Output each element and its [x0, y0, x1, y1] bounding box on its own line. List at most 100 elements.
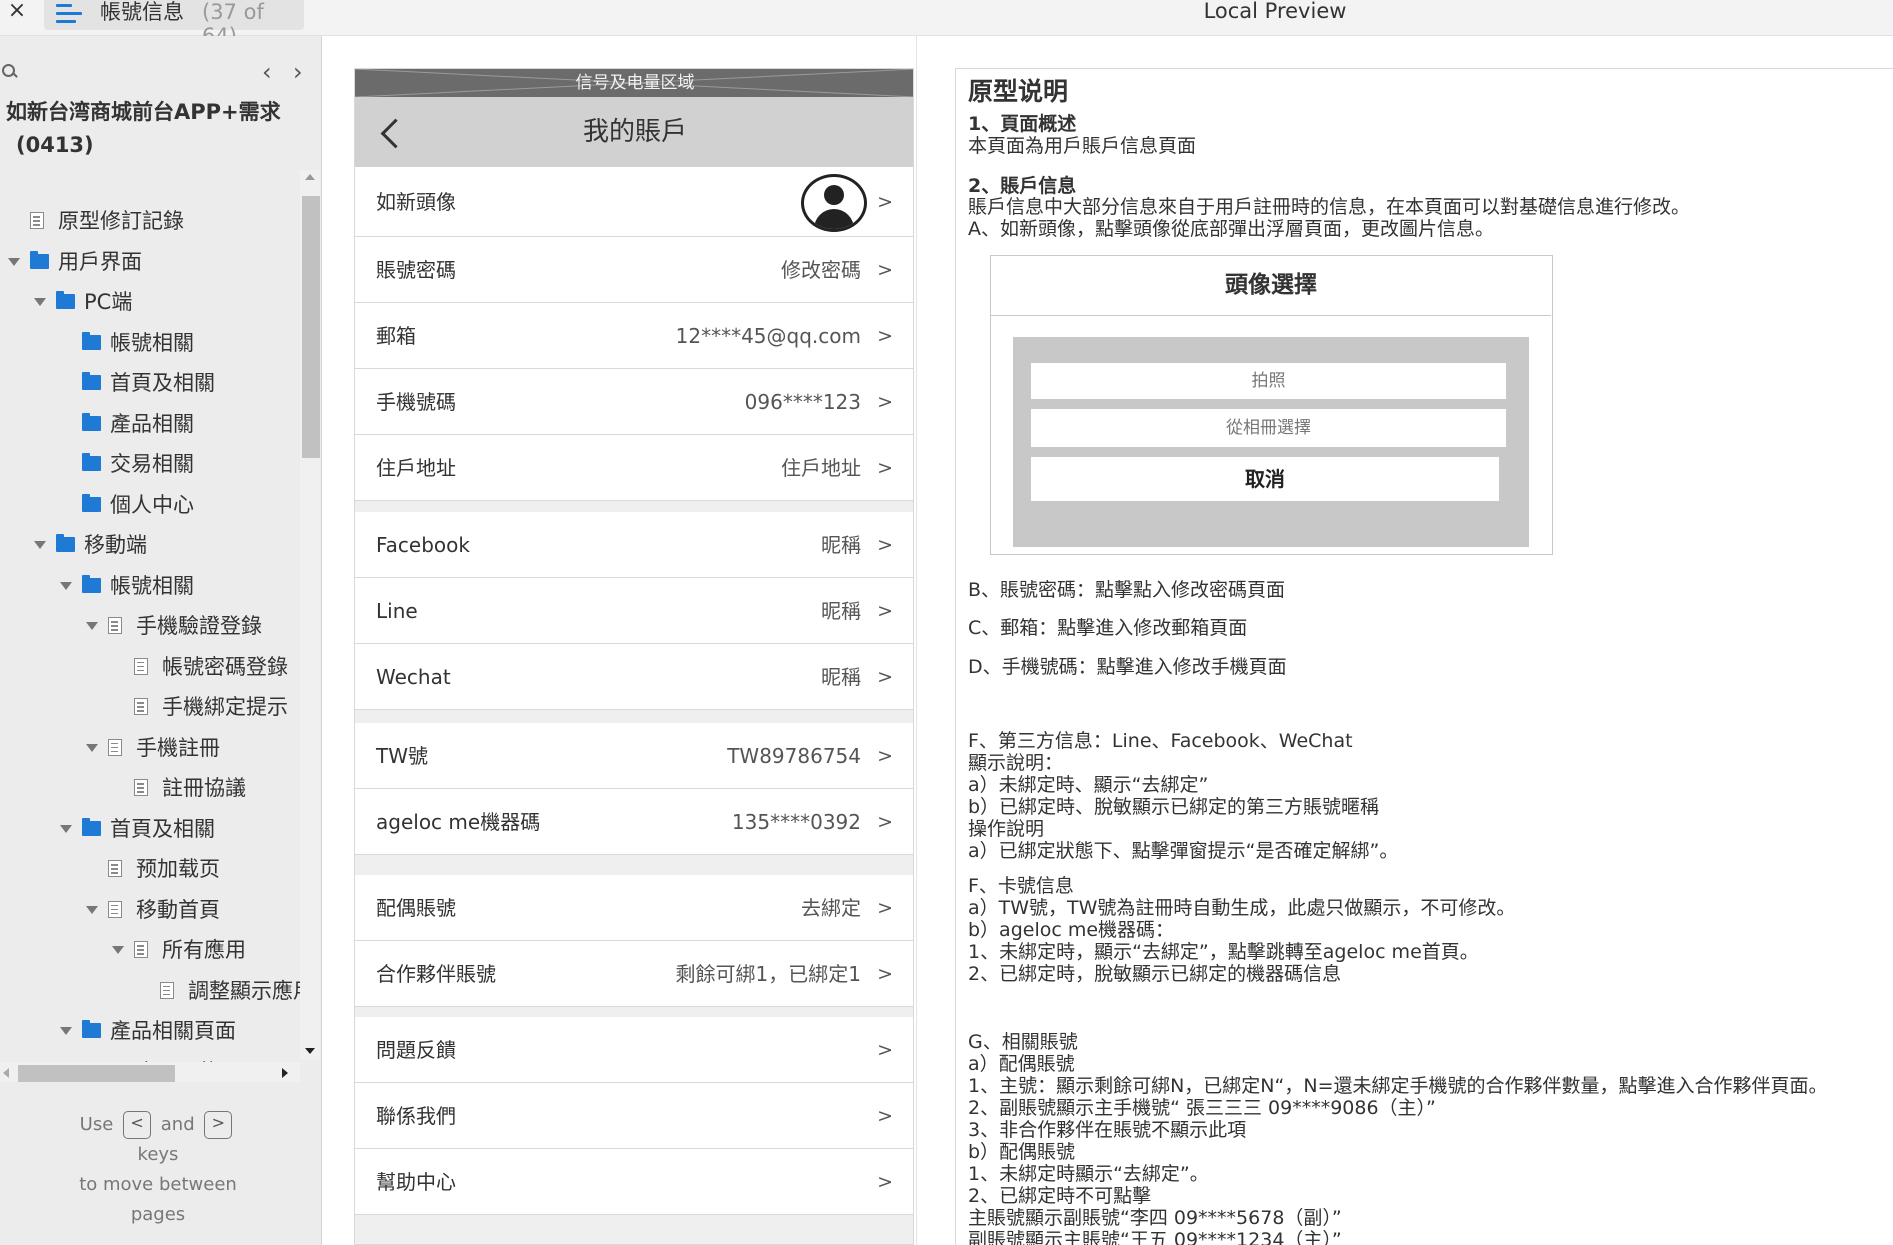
tree-item-label: 所有應用 [162, 938, 246, 962]
tree-item[interactable]: 预加载页 [0, 854, 300, 884]
tree-item[interactable]: 手機註冊 [0, 733, 300, 763]
tree-item[interactable]: 註冊協議 [0, 773, 300, 803]
folder-icon [82, 412, 101, 431]
account-row[interactable]: 郵箱 12****45@qq.com > [355, 303, 913, 369]
tree-item[interactable]: 帳號相關 [0, 328, 300, 358]
close-icon[interactable]: × [4, 0, 30, 24]
tree-item[interactable]: 交易相關 [0, 449, 300, 479]
account-row[interactable]: Wechat 昵稱 > [355, 644, 913, 710]
account-row[interactable]: 住戶地址 住戶地址 > [355, 435, 913, 501]
scroll-right-arrow-icon[interactable] [282, 1068, 288, 1078]
note-card-info-line: 1、未綁定時，顯示“去綁定”，點擊跳轉至ageloc me首頁。 [968, 941, 1479, 963]
section-text: 本頁面為用戶賬戶信息頁面 [968, 135, 1197, 157]
account-row[interactable]: 幫助中心 > [355, 1149, 913, 1215]
expand-caret-icon[interactable] [60, 1027, 72, 1035]
note-third-party-line: b）已綁定時、脫敏顯示已綁定的第三方賬號暱稱 [968, 796, 1380, 818]
row-value: 昵稱 [821, 533, 861, 557]
tree-item[interactable]: 原型修訂記錄 [0, 206, 300, 236]
tree-item[interactable]: 首頁及相關 [0, 368, 300, 398]
chevron-right-icon: > [877, 534, 893, 556]
tree-item[interactable]: 產品相關 [0, 409, 300, 439]
row-avatar[interactable]: 如新頭像 > [355, 167, 913, 237]
search-icon[interactable] [2, 64, 16, 78]
tree-item-label: 帳號相關 [110, 330, 194, 355]
expand-caret-icon[interactable] [86, 905, 98, 914]
row-value: 剩餘可綁1，已綁定1 [675, 962, 861, 986]
folder-icon [82, 493, 101, 512]
note-card-info-line: b）ageloc me機器碼： [968, 919, 1175, 941]
expand-caret-icon[interactable] [34, 298, 46, 306]
scroll-left-arrow-icon[interactable] [3, 1068, 9, 1078]
chevron-right-icon: > [877, 457, 893, 479]
tree-item[interactable]: 帳號相關 [0, 571, 300, 601]
chevron-right-icon: > [877, 391, 893, 413]
cancel-button[interactable]: 取消 [1031, 457, 1499, 501]
note-related-accounts-line: 主賬號顯示副賬號“李四 09****5678（副）” [968, 1207, 1342, 1229]
tree-item[interactable]: 個人中心 [0, 490, 300, 520]
tree-item[interactable]: 產品相關頁面 [0, 1016, 300, 1046]
tree-item[interactable]: 調整顯示應用 [0, 976, 300, 1006]
key-hint-keys: keys [137, 1144, 179, 1165]
account-row[interactable]: Facebook 昵稱 > [355, 512, 913, 578]
tree-item[interactable]: 用戶界面 [0, 247, 300, 277]
tree-item[interactable]: 手機驗證登錄 [0, 611, 300, 641]
account-row[interactable]: 手機號碼 096****123 > [355, 369, 913, 435]
account-row[interactable]: 聯係我們 > [355, 1083, 913, 1149]
key-hint-line3: to move between [79, 1174, 237, 1195]
expand-caret-icon[interactable] [60, 824, 72, 833]
note-item-c: C、郵箱：點擊進入修改郵箱頁面 [968, 617, 1248, 639]
account-row[interactable]: 問題反饋 > [355, 1017, 913, 1083]
expand-caret-icon[interactable] [8, 257, 20, 266]
expand-caret-icon[interactable] [86, 622, 98, 630]
page-icon [108, 900, 122, 918]
menu-icon[interactable] [56, 4, 82, 24]
expand-caret-icon[interactable] [112, 946, 124, 954]
account-row[interactable]: 合作夥伴賬號 剩餘可綁1，已綁定1 > [355, 941, 913, 1007]
note-third-party-line: a）已綁定狀態下、點擊彈窗提示“是否確定解綁”。 [968, 840, 1399, 862]
status-bar-label: 信号及电量区域 [575, 73, 695, 93]
sidebar: ‹ › 如新台湾商城前台APP+需求 (0413) 原型修訂記錄 用戶界面 PC端帳… [0, 36, 322, 1245]
take-photo-button[interactable]: 拍照 [1031, 363, 1506, 399]
project-title: 如新台湾商城前台APP+需求 (0413) [6, 96, 286, 162]
account-row[interactable]: 賬號密碼 修改密碼 > [355, 237, 913, 303]
expand-caret-icon[interactable] [34, 541, 46, 549]
account-row[interactable]: 配偶賬號 去綁定 > [355, 875, 913, 941]
page-tab[interactable]: 帳號信息 (37 of 64) [44, 0, 304, 48]
row-value: 昵稱 [821, 599, 861, 623]
note-third-party-line: 顯示說明： [968, 752, 1064, 774]
scroll-up-arrow-icon[interactable] [305, 174, 315, 180]
status-bar-placeholder: 信号及电量区域 [355, 69, 913, 97]
account-row[interactable]: TW號 TW89786754 > [355, 723, 913, 789]
page-icon [160, 981, 174, 999]
top-bar: × 帳號信息 (37 of 64) Local Preview [0, 0, 1893, 48]
page-icon [134, 941, 148, 958]
scroll-down-arrow-icon[interactable] [305, 1048, 315, 1054]
prev-page-button[interactable]: ‹ [262, 58, 272, 86]
expand-caret-icon[interactable] [60, 581, 72, 590]
tree-item[interactable]: PC端 [0, 287, 300, 317]
row-label: 幫助中心 [376, 1170, 456, 1194]
expand-caret-icon[interactable] [86, 743, 98, 752]
row-label: 聯係我們 [376, 1104, 456, 1128]
tree-item[interactable]: 移動首頁 [0, 895, 300, 925]
chevron-right-icon: > [877, 811, 893, 833]
folder-icon [82, 372, 101, 390]
tree-item[interactable]: 所有應用 [0, 935, 300, 965]
horizontal-scroll-thumb[interactable] [18, 1065, 175, 1082]
tree-item[interactable]: 首頁及相關 [0, 814, 300, 844]
tree-item[interactable]: 手機綁定提示 [0, 692, 300, 722]
folder-icon [82, 574, 101, 593]
avatar-icon[interactable] [801, 174, 867, 232]
next-key-icon: > [204, 1111, 233, 1139]
tree-item[interactable]: 移動端 [0, 530, 300, 560]
tree-item-label: 調整顯示應用 [188, 978, 300, 1003]
next-page-button[interactable]: › [293, 58, 303, 86]
note-related-accounts-line: 2、副賬號顯示主手機號“ 張三三三 09****9086（主）” [968, 1097, 1436, 1119]
vertical-scroll-thumb[interactable] [302, 196, 320, 458]
modal-title: 頭像選擇 [991, 256, 1551, 316]
choose-from-album-button[interactable]: 從相冊選擇 [1031, 409, 1506, 447]
account-row[interactable]: ageloc me機器碼 135****0392 > [355, 789, 913, 855]
tree-item[interactable]: 帳號密碼登錄 [0, 652, 300, 682]
folder-icon [82, 1020, 101, 1038]
account-row[interactable]: Line 昵稱 > [355, 578, 913, 644]
